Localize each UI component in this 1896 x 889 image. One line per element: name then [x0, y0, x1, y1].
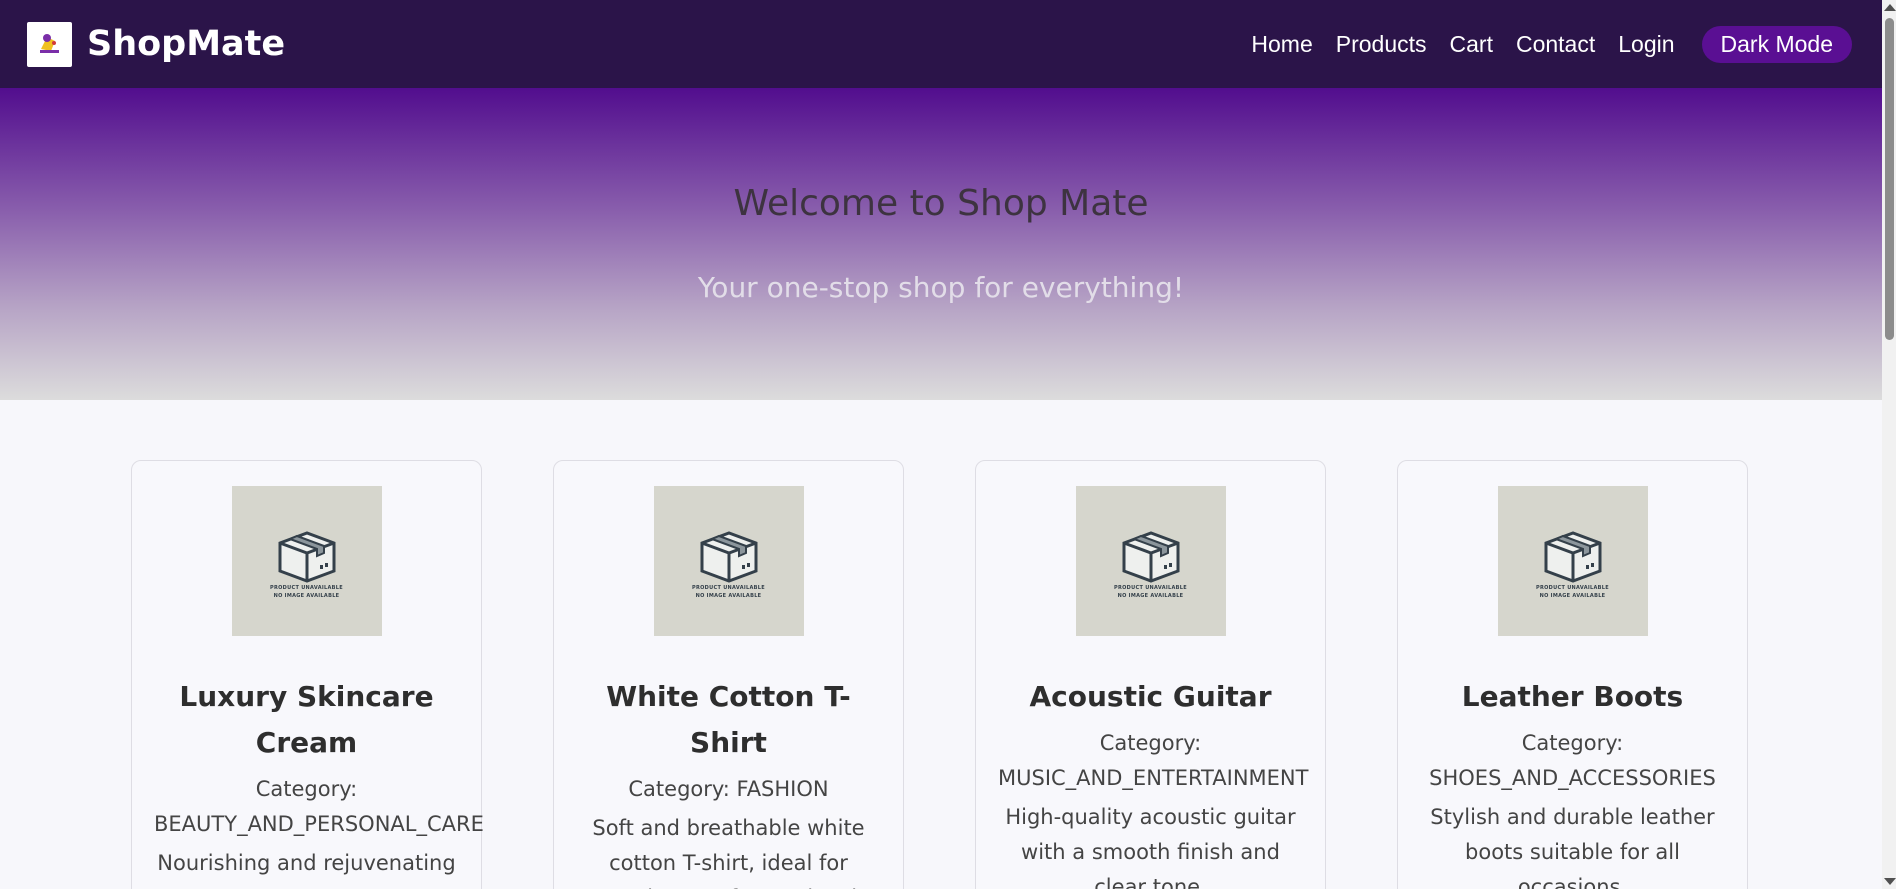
- scroll-down-arrow-icon[interactable]: [1884, 878, 1896, 885]
- dark-mode-button[interactable]: Dark Mode: [1701, 25, 1852, 63]
- product-grid: PRODUCT UNAVAILABLE NO IMAGE AVAILABLE L…: [131, 460, 1751, 889]
- product-name[interactable]: White Cotton T-Shirt: [554, 674, 903, 766]
- hero-subtitle: Your one-stop shop for everything!: [697, 271, 1185, 304]
- product-name[interactable]: Acoustic Guitar: [976, 674, 1325, 720]
- page: ShopMate Home Products Cart Contact Logi…: [0, 0, 1882, 889]
- box-icon: [1544, 531, 1601, 583]
- box-icon: [278, 531, 335, 583]
- navbar: ShopMate Home Products Cart Contact Logi…: [0, 0, 1882, 88]
- nav-links: Home Products Cart Contact Login Dark Mo…: [1251, 25, 1852, 63]
- product-category: Category: BEAUTY_AND_PERSONAL_CARE: [154, 777, 484, 836]
- brand-name: ShopMate: [87, 24, 286, 64]
- product-category: Category: MUSIC_AND_ENTERTAINMENT: [998, 731, 1309, 790]
- product-image[interactable]: PRODUCT UNAVAILABLE NO IMAGE AVAILABLE: [231, 486, 382, 636]
- placeholder-text: PRODUCT UNAVAILABLE: [1114, 585, 1187, 591]
- nav-cart-link[interactable]: Cart: [1450, 31, 1493, 58]
- placeholder-text: PRODUCT UNAVAILABLE: [270, 585, 343, 591]
- nav-home-link[interactable]: Home: [1251, 31, 1312, 58]
- product-name[interactable]: Luxury Skincare Cream: [132, 674, 481, 766]
- product-category: Category: SHOES_AND_ACCESSORIES: [1429, 731, 1716, 790]
- product-card[interactable]: PRODUCT UNAVAILABLE NO IMAGE AVAILABLE L…: [131, 460, 484, 889]
- box-icon: [1122, 531, 1179, 583]
- product-category: Category: FASHION: [628, 777, 829, 801]
- product-description: Soft and breathable white cotton T-shirt…: [580, 816, 876, 889]
- product-description: Nourishing and rejuvenating: [157, 851, 456, 875]
- shop-logo-icon: [27, 21, 72, 67]
- product-description: Stylish and durable leather boots suitab…: [1430, 805, 1715, 889]
- product-name[interactable]: Leather Boots: [1398, 674, 1747, 720]
- placeholder-text: NO IMAGE AVAILABLE: [273, 593, 340, 599]
- scrollbar-thumb[interactable]: [1885, 18, 1894, 340]
- placeholder-text: NO IMAGE AVAILABLE: [1539, 593, 1606, 599]
- product-description: High-quality acoustic guitar with a smoo…: [1005, 805, 1296, 889]
- page-scrollbar[interactable]: [1882, 0, 1896, 889]
- product-image[interactable]: PRODUCT UNAVAILABLE NO IMAGE AVAILABLE: [1497, 486, 1648, 636]
- product-image[interactable]: PRODUCT UNAVAILABLE NO IMAGE AVAILABLE: [653, 486, 804, 636]
- product-card[interactable]: PRODUCT UNAVAILABLE NO IMAGE AVAILABLE W…: [553, 460, 904, 889]
- placeholder-text: NO IMAGE AVAILABLE: [695, 593, 762, 599]
- brand[interactable]: ShopMate: [27, 21, 286, 67]
- product-card[interactable]: PRODUCT UNAVAILABLE NO IMAGE AVAILABLE A…: [975, 460, 1326, 889]
- product-image[interactable]: PRODUCT UNAVAILABLE NO IMAGE AVAILABLE: [1075, 486, 1226, 636]
- hero-title: Welcome to Shop Mate: [733, 183, 1149, 224]
- product-card[interactable]: PRODUCT UNAVAILABLE NO IMAGE AVAILABLE L…: [1397, 460, 1748, 889]
- placeholder-text: NO IMAGE AVAILABLE: [1117, 593, 1184, 599]
- placeholder-text: PRODUCT UNAVAILABLE: [692, 585, 765, 591]
- box-icon: [700, 531, 757, 583]
- nav-contact-link[interactable]: Contact: [1516, 31, 1595, 58]
- nav-products-link[interactable]: Products: [1336, 31, 1427, 58]
- nav-login-link[interactable]: Login: [1618, 31, 1674, 58]
- placeholder-text: PRODUCT UNAVAILABLE: [1536, 585, 1609, 591]
- scroll-up-arrow-icon[interactable]: [1884, 4, 1896, 11]
- hero-banner: Welcome to Shop Mate Your one-stop shop …: [0, 88, 1882, 400]
